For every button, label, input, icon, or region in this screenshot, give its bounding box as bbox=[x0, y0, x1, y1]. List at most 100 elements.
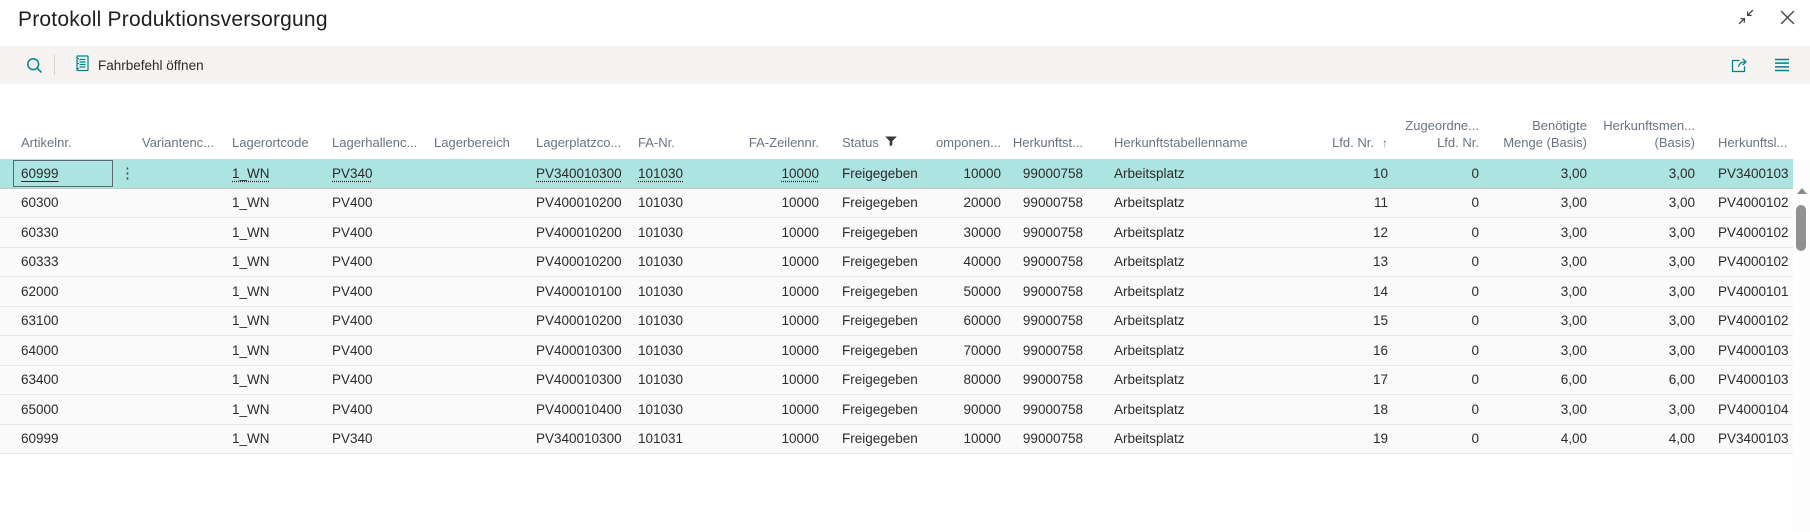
cell-value: 3,00 bbox=[1561, 343, 1587, 358]
table-row[interactable]: 650001_WNPV400PV40001040010103010000Frei… bbox=[0, 395, 1810, 425]
table-row[interactable]: 603331_WNPV400PV40001020010103010000Frei… bbox=[0, 248, 1810, 278]
cell-lagerplatzcode: PV400010200 bbox=[534, 189, 636, 218]
column-header-benoetigte-menge-basis[interactable]: BenötigteMenge (Basis) bbox=[1487, 118, 1595, 159]
column-header-komponente[interactable]: Komponen... bbox=[935, 135, 1009, 159]
close-icon[interactable] bbox=[1779, 9, 1796, 26]
filter-icon[interactable] bbox=[885, 135, 897, 152]
cell-herkunftstabellenname: Arbeitsplatz bbox=[1091, 366, 1330, 395]
column-header-lagerortcode[interactable]: Lagerortcode bbox=[230, 135, 330, 159]
column-header-herkunftst[interactable]: Herkunftst... bbox=[1009, 135, 1091, 159]
vertical-scrollbar[interactable] bbox=[1793, 159, 1810, 532]
cell-value: 101031 bbox=[638, 431, 683, 446]
column-header-lagerhallencode[interactable]: Lagerhallenc... bbox=[330, 135, 432, 159]
cell-value: 3,00 bbox=[1669, 402, 1695, 417]
cell-artikelnr[interactable]: 60999 bbox=[0, 159, 120, 188]
cell-value: 11 bbox=[1374, 195, 1388, 210]
table-row[interactable]: 620001_WNPV400PV40001010010103010000Frei… bbox=[0, 277, 1810, 307]
table-row[interactable]: 634001_WNPV400PV40001030010103010000Frei… bbox=[0, 366, 1810, 396]
cell-zugeordnete-lfd-nr: 0 bbox=[1396, 159, 1487, 188]
cell-value: PV400 bbox=[332, 225, 373, 240]
list-icon[interactable] bbox=[1774, 58, 1790, 72]
cell-row-menu bbox=[120, 395, 140, 424]
cell-lagerplatzcode[interactable]: PV340010300 bbox=[534, 159, 636, 188]
column-header-herkunftsl[interactable]: Herkunftsl... bbox=[1703, 135, 1810, 159]
column-header-fa-nr[interactable]: FA-Nr. bbox=[636, 135, 730, 159]
collapse-icon[interactable] bbox=[1737, 8, 1755, 26]
cell-lfd-nr: 12 bbox=[1330, 218, 1396, 247]
cell-value: PV340 bbox=[332, 431, 373, 446]
column-header-lfd-nr[interactable]: Lfd. Nr.↑ bbox=[1330, 135, 1396, 159]
cell-fa-zeilennr[interactable]: 10000 bbox=[730, 159, 827, 188]
cell-fa-zeilennr: 10000 bbox=[730, 218, 827, 247]
cell-value: 0 bbox=[1471, 195, 1479, 210]
cell-lagerhallencode: PV400 bbox=[330, 277, 432, 306]
cell-value: 1_WN bbox=[232, 372, 270, 387]
column-header-row-menu[interactable] bbox=[120, 152, 140, 159]
column-header-zugeordnete-lfd-nr[interactable]: Zugeordne...Lfd. Nr. bbox=[1396, 118, 1487, 159]
cell-lagerhallencode[interactable]: PV340 bbox=[330, 159, 432, 188]
cell-lagerplatzcode: PV400010100 bbox=[534, 277, 636, 306]
scrollbar-thumb[interactable] bbox=[1796, 205, 1806, 251]
cell-benoetigte-menge-basis: 3,00 bbox=[1487, 218, 1595, 247]
cell-herkunftstabellenname: Arbeitsplatz bbox=[1091, 277, 1330, 306]
cell-lagerortcode: 1_WN bbox=[230, 248, 330, 277]
share-icon[interactable] bbox=[1731, 57, 1750, 73]
column-header-variantencode[interactable]: Variantenc... bbox=[140, 135, 230, 159]
cell-value: 1_WN bbox=[232, 284, 270, 299]
cell-variantencode bbox=[140, 366, 230, 395]
column-header-line: Benötigte bbox=[1532, 118, 1587, 135]
scrollbar-up-icon[interactable] bbox=[1797, 188, 1807, 194]
table-row[interactable]: 609991_WNPV340PV34001030010103110000Frei… bbox=[0, 425, 1810, 455]
cell-row-menu bbox=[120, 277, 140, 306]
cell-value: PV400010200 bbox=[536, 225, 622, 240]
cell-lfd-nr: 19 bbox=[1330, 425, 1396, 454]
column-header-lagerbereich[interactable]: Lagerbereich bbox=[432, 135, 534, 159]
cell-artikelnr: 62000 bbox=[0, 277, 120, 306]
cell-value: 10 bbox=[1373, 166, 1388, 181]
table-row[interactable]: 603301_WNPV400PV40001020010103010000Frei… bbox=[0, 218, 1810, 248]
row-menu-icon[interactable]: ⋮ bbox=[120, 166, 135, 181]
cell-value: 60999 bbox=[21, 431, 59, 446]
column-header-herkunftstabellenname[interactable]: Herkunftstabellenname bbox=[1091, 135, 1330, 159]
column-header-artikelnr[interactable]: Artikelnr. bbox=[0, 135, 120, 159]
search-icon[interactable] bbox=[26, 57, 43, 74]
cell-lagerortcode: 1_WN bbox=[230, 395, 330, 424]
cell-herkunftstabellenname: Arbeitsplatz bbox=[1091, 248, 1330, 277]
cell-lagerortcode: 1_WN bbox=[230, 277, 330, 306]
cell-fa-zeilennr: 10000 bbox=[730, 248, 827, 277]
cell-value: 16 bbox=[1373, 343, 1388, 358]
cell-lfd-nr: 15 bbox=[1330, 307, 1396, 336]
column-header-herkunftsmenge-basis[interactable]: Herkunftsmen...(Basis) bbox=[1595, 118, 1703, 159]
titlebar: Protokoll Produktionsversorgung bbox=[0, 0, 1810, 46]
cell-value: 10000 bbox=[781, 195, 819, 210]
cell-value: PV400 bbox=[332, 343, 373, 358]
column-header-line: FA-Zeilennr. bbox=[749, 135, 819, 152]
cell-herkunftsmenge-basis: 3,00 bbox=[1595, 159, 1703, 188]
cell-herkunftsmenge-basis: 3,00 bbox=[1595, 248, 1703, 277]
cell-fa-nr[interactable]: 101030 bbox=[636, 159, 730, 188]
cell-value: PV4000102 bbox=[1718, 313, 1789, 328]
cell-artikelnr: 60333 bbox=[0, 248, 120, 277]
table-row[interactable]: 631001_WNPV400PV40001020010103010000Frei… bbox=[0, 307, 1810, 337]
cell-herkunftsmenge-basis: 3,00 bbox=[1595, 189, 1703, 218]
cell-value: Freigegeben bbox=[842, 343, 918, 358]
cell-herkunftsmenge-basis: 3,00 bbox=[1595, 307, 1703, 336]
cell-value: Freigegeben bbox=[842, 195, 918, 210]
column-header-status[interactable]: Status bbox=[827, 135, 935, 159]
table-row[interactable]: 640001_WNPV400PV40001030010103010000Frei… bbox=[0, 336, 1810, 366]
column-header-line: Lagerhallenc... bbox=[332, 135, 417, 152]
cell-benoetigte-menge-basis: 3,00 bbox=[1487, 336, 1595, 365]
cell-value: PV340010300 bbox=[536, 166, 622, 181]
cell-lagerhallencode: PV340 bbox=[330, 425, 432, 454]
column-header-label: Lagerplatzco... bbox=[536, 135, 621, 152]
cell-herkunftstabellenname: Arbeitsplatz bbox=[1091, 336, 1330, 365]
open-transport-order-button[interactable]: Fahrbefehl öffnen bbox=[75, 55, 204, 75]
column-header-fa-zeilennr[interactable]: FA-Zeilennr. bbox=[730, 135, 827, 159]
column-header-lagerplatzcode[interactable]: Lagerplatzco... bbox=[534, 135, 636, 159]
cell-lagerortcode[interactable]: 1_WN bbox=[230, 159, 330, 188]
table-row[interactable]: 603001_WNPV400PV40001020010103010000Frei… bbox=[0, 189, 1810, 219]
cell-row-menu bbox=[120, 336, 140, 365]
table-row[interactable]: 60999⋮1_WNPV340PV34001030010103010000Fre… bbox=[0, 159, 1810, 189]
cell-lagerbereich bbox=[432, 277, 534, 306]
cell-herkunftsmenge-basis: 3,00 bbox=[1595, 277, 1703, 306]
